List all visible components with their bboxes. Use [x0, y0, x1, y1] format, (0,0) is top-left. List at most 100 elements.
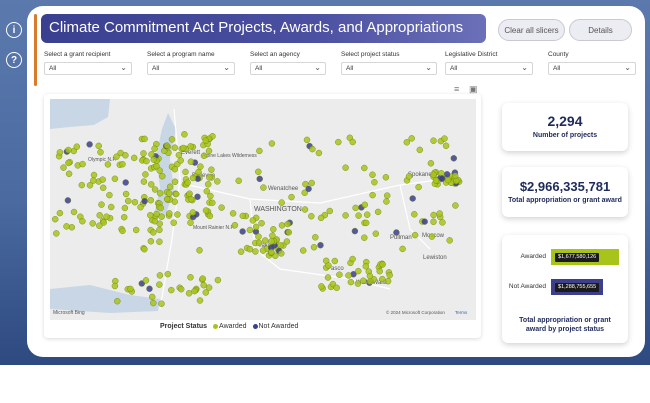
project-marker[interactable]: [255, 239, 263, 247]
project-marker[interactable]: [65, 170, 73, 178]
project-marker[interactable]: [351, 227, 359, 235]
info-icon[interactable]: i: [6, 22, 22, 38]
project-marker[interactable]: [189, 209, 197, 216]
project-marker[interactable]: [452, 202, 459, 209]
project-marker[interactable]: [132, 226, 140, 234]
project-marker[interactable]: [148, 293, 156, 301]
project-marker[interactable]: [200, 281, 207, 289]
project-marker[interactable]: [342, 212, 349, 219]
project-marker[interactable]: [86, 141, 93, 148]
project-marker[interactable]: [303, 136, 311, 144]
project-marker[interactable]: [121, 204, 129, 212]
project-marker[interactable]: [156, 272, 164, 279]
project-marker[interactable]: [405, 173, 413, 180]
project-marker[interactable]: [256, 175, 263, 183]
project-marker[interactable]: [151, 145, 158, 152]
project-marker[interactable]: [324, 274, 332, 281]
project-marker[interactable]: [376, 267, 383, 275]
project-marker[interactable]: [363, 219, 370, 227]
project-marker[interactable]: [103, 213, 110, 220]
project-marker[interactable]: [438, 175, 446, 182]
project-marker[interactable]: [147, 181, 155, 188]
project-marker[interactable]: [170, 219, 177, 226]
project-marker[interactable]: [120, 213, 128, 221]
details-button[interactable]: Details: [569, 19, 632, 41]
project-marker[interactable]: [142, 171, 149, 178]
project-marker[interactable]: [443, 171, 451, 178]
project-marker[interactable]: [147, 211, 154, 219]
project-marker[interactable]: [430, 218, 437, 226]
project-marker[interactable]: [111, 175, 119, 183]
project-marker[interactable]: [386, 271, 393, 279]
project-marker[interactable]: [393, 229, 400, 236]
project-marker[interactable]: [68, 224, 75, 231]
project-marker[interactable]: [137, 203, 144, 211]
project-marker[interactable]: [158, 300, 165, 307]
project-marker[interactable]: [218, 204, 225, 211]
project-marker[interactable]: [372, 230, 379, 237]
project-marker[interactable]: [60, 164, 67, 171]
project-marker[interactable]: [214, 276, 222, 284]
project-marker[interactable]: [153, 162, 160, 170]
project-marker[interactable]: [185, 290, 193, 297]
project-marker[interactable]: [186, 190, 193, 197]
project-marker[interactable]: [269, 232, 276, 239]
project-marker[interactable]: [246, 226, 254, 234]
project-marker[interactable]: [285, 229, 293, 236]
project-marker[interactable]: [310, 243, 318, 251]
project-marker[interactable]: [187, 158, 195, 165]
project-marker[interactable]: [255, 168, 262, 176]
project-marker[interactable]: [56, 149, 64, 156]
project-marker[interactable]: [100, 184, 107, 192]
project-marker[interactable]: [439, 219, 446, 226]
project-marker[interactable]: [308, 179, 315, 187]
project-marker[interactable]: [187, 195, 195, 203]
project-marker[interactable]: [196, 247, 203, 254]
project-marker[interactable]: [153, 210, 160, 218]
project-marker[interactable]: [141, 245, 148, 253]
project-marker[interactable]: [430, 211, 437, 219]
project-marker[interactable]: [165, 190, 173, 197]
project-marker[interactable]: [411, 211, 418, 218]
project-marker[interactable]: [352, 204, 359, 212]
project-marker[interactable]: [301, 206, 309, 213]
project-marker[interactable]: [347, 278, 355, 286]
project-marker[interactable]: [187, 143, 194, 150]
project-marker[interactable]: [258, 219, 265, 227]
project-marker[interactable]: [141, 197, 148, 205]
project-marker[interactable]: [156, 226, 163, 234]
project-marker[interactable]: [318, 283, 325, 290]
project-marker[interactable]: [168, 286, 175, 294]
project-marker[interactable]: [382, 174, 390, 181]
project-marker[interactable]: [202, 137, 210, 144]
project-marker[interactable]: [441, 135, 448, 142]
project-marker[interactable]: [305, 185, 312, 193]
project-marker[interactable]: [111, 282, 119, 290]
project-marker[interactable]: [150, 299, 157, 307]
project-marker[interactable]: [436, 210, 443, 217]
project-marker[interactable]: [205, 147, 213, 155]
project-marker[interactable]: [342, 164, 349, 171]
project-marker[interactable]: [177, 157, 184, 164]
project-marker[interactable]: [355, 267, 362, 275]
project-marker[interactable]: [259, 247, 267, 254]
project-marker[interactable]: [206, 174, 213, 181]
project-marker[interactable]: [157, 204, 165, 212]
project-marker[interactable]: [383, 198, 390, 205]
project-marker[interactable]: [147, 196, 155, 204]
project-marker[interactable]: [335, 138, 342, 146]
project-marker[interactable]: [268, 248, 275, 256]
project-marker[interactable]: [450, 155, 457, 162]
project-marker[interactable]: [231, 221, 239, 229]
project-marker[interactable]: [379, 275, 386, 283]
project-marker[interactable]: [246, 245, 254, 253]
project-marker[interactable]: [150, 156, 158, 163]
project-marker[interactable]: [446, 237, 453, 244]
project-marker[interactable]: [408, 135, 415, 142]
project-marker[interactable]: [63, 223, 70, 230]
project-marker[interactable]: [379, 261, 386, 268]
project-marker[interactable]: [171, 144, 179, 151]
project-marker[interactable]: [97, 149, 104, 156]
project-marker[interactable]: [411, 231, 419, 239]
grant-recipient-dropdown[interactable]: All ⌄: [44, 62, 132, 75]
